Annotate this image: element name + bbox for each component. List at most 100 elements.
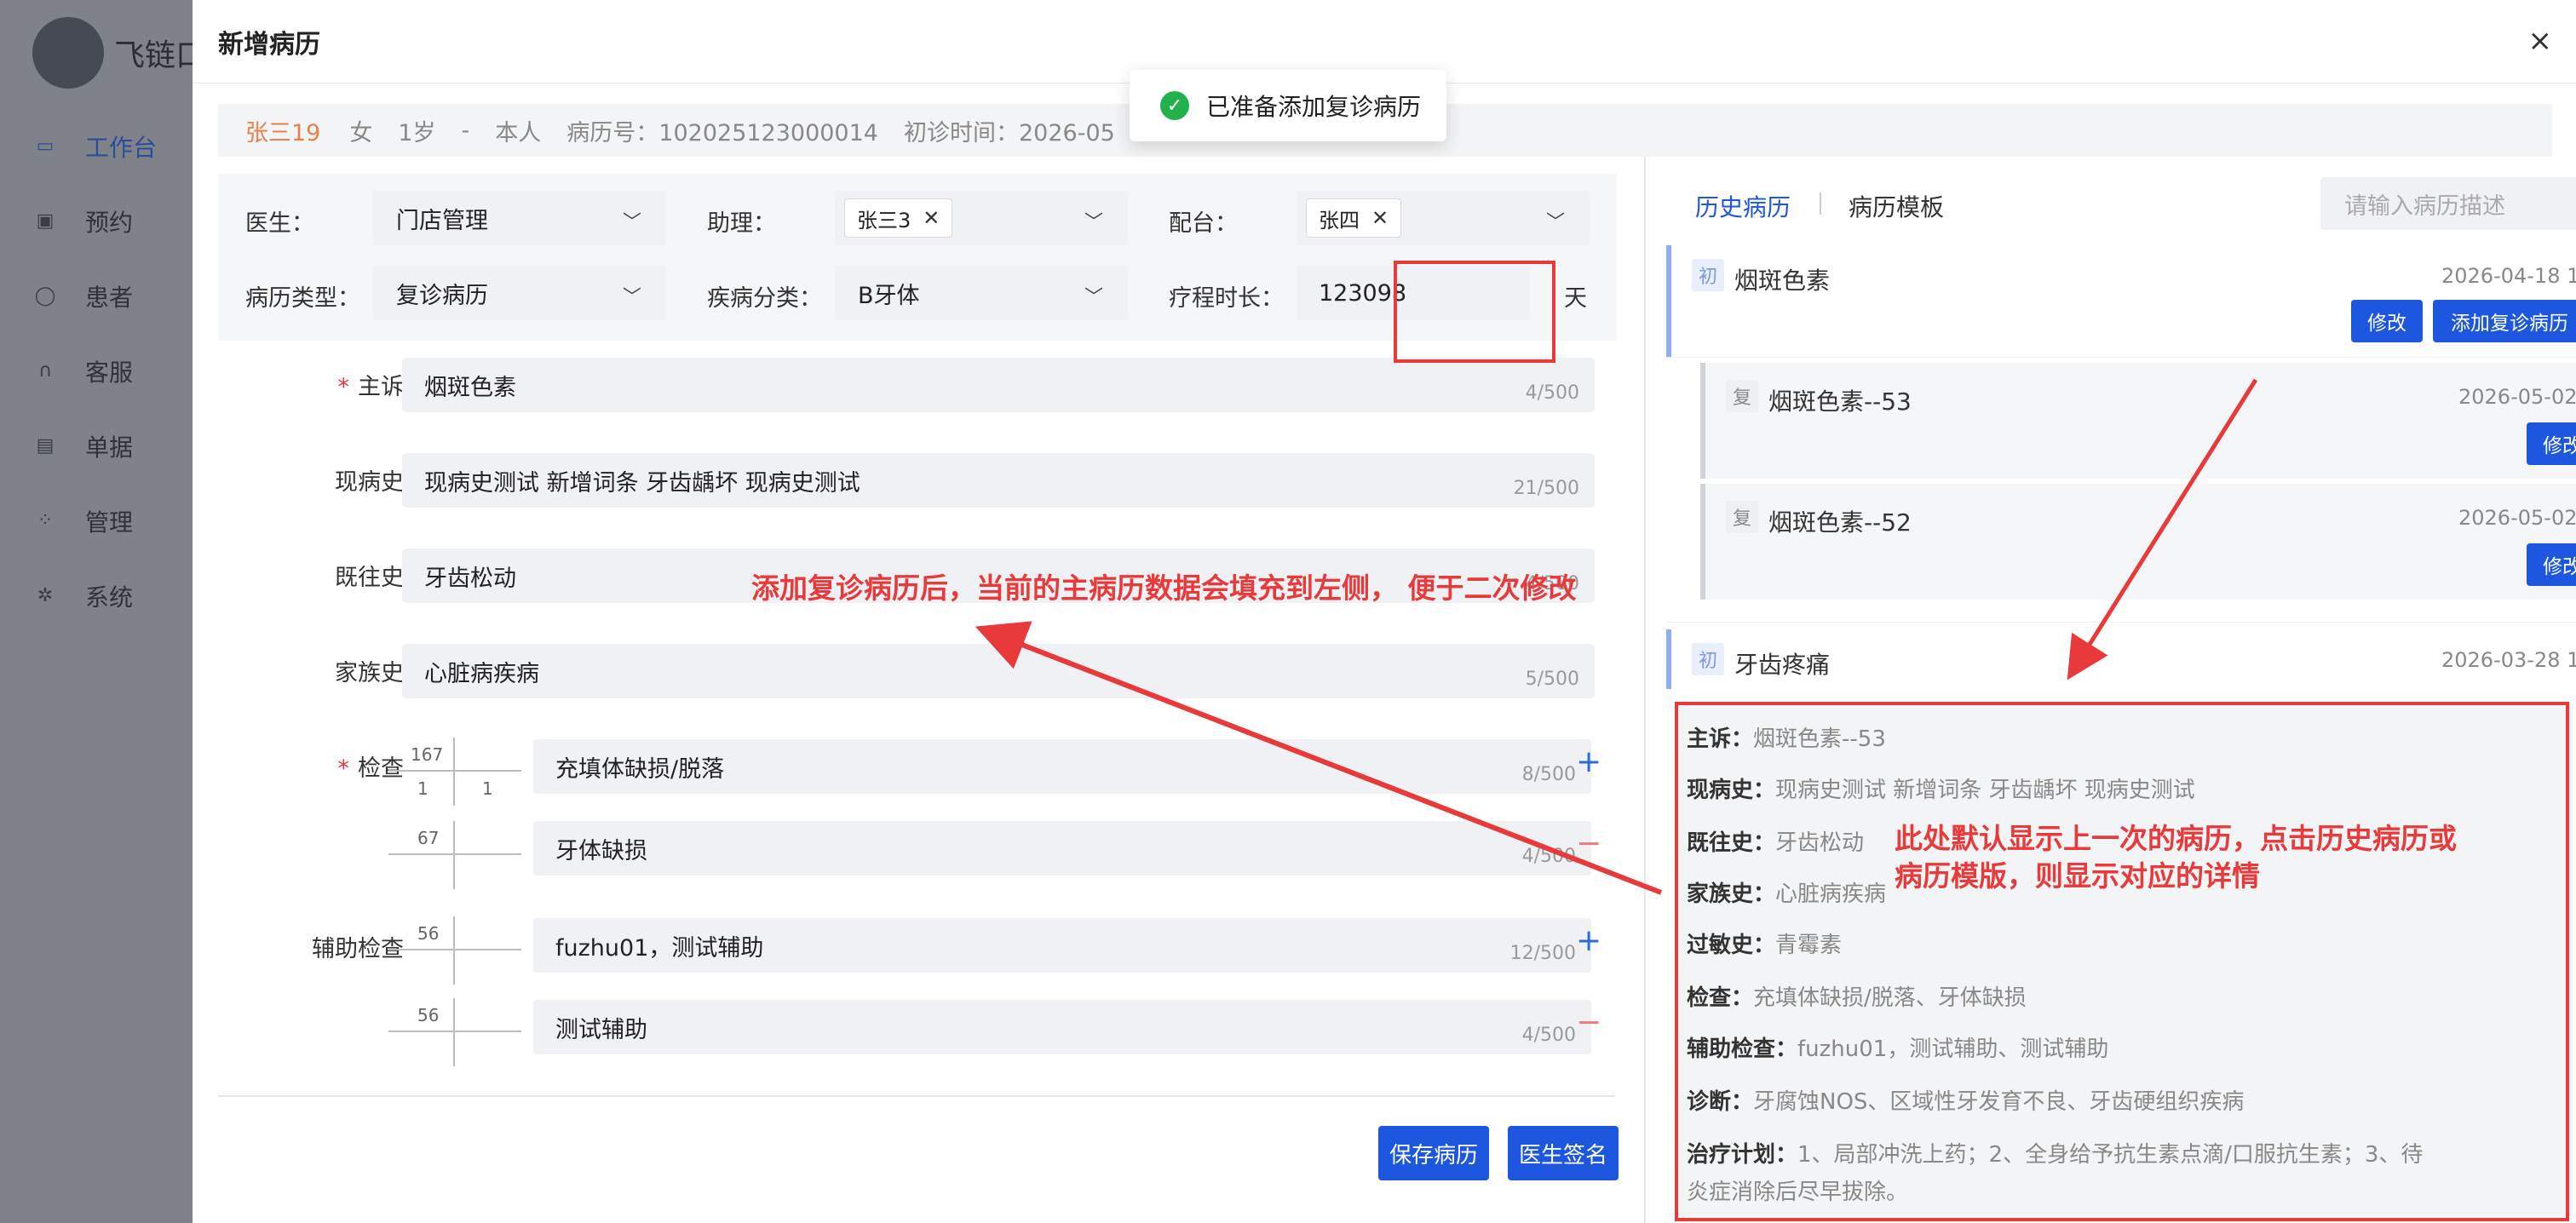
record-accent-bar [1666, 629, 1671, 689]
tooth-number: 56 [417, 1005, 440, 1025]
char-count: 4/500 [1521, 1025, 1576, 1046]
new-record-modal: 新增病历 × 张三19 女 1岁 - 本人 病历号：10202512300001… [193, 0, 2576, 1223]
record-type-select[interactable]: 复诊病历 ﹀ [373, 266, 666, 320]
close-icon[interactable]: ✕ [923, 206, 940, 230]
chair-label: 配台： [1169, 210, 1238, 237]
chevron-down-icon: ﹀ [1084, 212, 1103, 233]
record-accent-bar [1700, 484, 1705, 600]
calendar-icon: ▣ [36, 210, 55, 232]
assistant-select[interactable]: 张三3 ✕ ﹀ [835, 191, 1128, 245]
add-row-icon[interactable]: + [1576, 923, 1601, 958]
family-history-field[interactable]: 心脏病疾病 5/500 [402, 644, 1595, 698]
sidebar-item-manage[interactable]: ⁘ 管理 [0, 484, 193, 559]
modal-title: 新增病历 [218, 29, 320, 60]
required-mark: * [337, 755, 350, 782]
tooth-chart-vline [453, 998, 455, 1066]
assistant-label: 助理： [707, 210, 776, 237]
first-visit-time: 初诊时间：2026-05 [903, 119, 1115, 146]
sidebar-item-patients[interactable]: ◯ 患者 [0, 259, 193, 334]
chair-tag-label: 张四 [1319, 208, 1360, 233]
close-icon[interactable]: ✕ [1371, 206, 1389, 230]
tooth-chart[interactable]: 56 [388, 916, 521, 985]
footer-divider [218, 1095, 1615, 1097]
tab-record-templates[interactable]: 病历模板 [1849, 189, 1944, 223]
char-count: 4/500 [1521, 846, 1576, 867]
exam-field[interactable]: 充填体缺损/脱落 8/500 [533, 739, 1591, 794]
doctor-select[interactable]: 门店管理 ﹀ [373, 191, 666, 245]
edit-button[interactable]: 修改 [2351, 300, 2423, 342]
record-title: 烟斑色素--53 [1768, 388, 1912, 416]
record-date: 2026-05-02 10:10:42 [2458, 506, 2576, 530]
present-illness-field[interactable]: 现病史测试 新增词条 牙齿龋坏 现病史测试 21/500 [402, 453, 1595, 508]
chair-select[interactable]: 张四 ✕ ﹀ [1297, 191, 1590, 245]
chevron-down-icon: ﹀ [1084, 287, 1103, 308]
aux-exam-field[interactable]: fuzhu01，测试辅助 12/500 [533, 918, 1591, 973]
chevron-down-icon: ﹀ [1545, 212, 1565, 233]
family-history-value: 心脏病疾病 [424, 660, 539, 687]
chief-complaint-label-text: 主诉 [358, 374, 404, 400]
required-mark: * [337, 374, 350, 400]
char-count: 4/500 [1525, 382, 1579, 404]
sidebar-item-bills[interactable]: ▤ 单据 [0, 409, 193, 484]
record-date: 2026-05-02 10:14:35 [2458, 385, 2576, 409]
chief-complaint-value: 烟斑色素 [424, 374, 516, 401]
record-type-label: 病历类型： [245, 285, 360, 312]
history-record[interactable]: 复 烟斑色素--52 2026-05-02 10:10:42 修改 引用 [1700, 484, 2576, 600]
aux-exam-label: 辅助检查 [312, 936, 404, 962]
disease-category-select[interactable]: B牙体 ﹀ [835, 266, 1128, 320]
sidebar-item-workbench[interactable]: ▭ 工作台 [0, 109, 193, 184]
app-logo [32, 17, 104, 89]
assistant-tag-label: 张三3 [857, 208, 911, 233]
save-record-button[interactable]: 保存病历 [1378, 1126, 1489, 1180]
monitor-icon: ▭ [36, 135, 55, 157]
record-title: 牙齿疼痛 [1734, 651, 1831, 679]
doctor-value: 门店管理 [396, 207, 488, 234]
tooth-chart[interactable]: 67 [388, 821, 521, 889]
add-follow-up-button[interactable]: 添加复诊病历 [2433, 300, 2576, 342]
sidebar-item-system[interactable]: ✲ 系统 [0, 559, 193, 634]
aux-exam-field[interactable]: 测试辅助 4/500 [533, 1000, 1591, 1054]
tab-history-records[interactable]: 历史病历 [1695, 189, 1791, 223]
remove-row-icon[interactable]: − [1576, 1005, 1601, 1040]
edit-button[interactable]: 修改 [2527, 543, 2576, 586]
first-visit-badge: 初 [1692, 643, 1724, 675]
record-title: 烟斑色素--52 [1768, 508, 1912, 537]
tab-separator [1820, 192, 1821, 215]
exam-field[interactable]: 牙体缺损 4/500 [533, 821, 1591, 876]
history-record[interactable]: 初 烟斑色素 2026-04-18 10:47:18 修改 添加复诊病历 引用 [1666, 245, 2576, 358]
toast-text: 已准备添加复诊病历 [1206, 93, 1422, 121]
sidebar-item-service[interactable]: ∩ 客服 [0, 334, 193, 409]
tooth-number: 56 [417, 923, 440, 944]
chevron-down-icon: ﹀ [622, 212, 641, 233]
record-accent-bar [1666, 245, 1671, 357]
history-record[interactable]: 复 烟斑色素--53 2026-05-02 10:14:35 修改 引用 [1700, 363, 2576, 479]
sidebar-item-appointment[interactable]: ▣ 预约 [0, 184, 193, 259]
record-title: 烟斑色素 [1734, 267, 1831, 295]
duration-label: 疗程时长： [1169, 285, 1284, 312]
record-type-value: 复诊病历 [396, 282, 488, 309]
exam-value: 牙体缺损 [555, 837, 647, 864]
past-history-value: 牙齿松动 [424, 565, 516, 592]
remove-row-icon[interactable]: − [1576, 826, 1601, 861]
record-search-input[interactable]: 请输入病历描述 ⌕ [2320, 177, 2576, 230]
record-date: 2026-04-18 10:47:18 [2441, 264, 2576, 288]
record-date: 2026-03-28 19:19:12 [2441, 648, 2576, 672]
chevron-down-icon: ﹀ [622, 287, 641, 308]
history-record[interactable]: 初 牙齿疼痛 2026-03-28 19:19:12 [1666, 622, 2576, 695]
close-icon[interactable]: × [2528, 24, 2553, 58]
check-circle-icon: ✓ [1160, 91, 1189, 120]
tooth-chart[interactable]: 56 [388, 998, 521, 1066]
chief-complaint-field[interactable]: 烟斑色素 4/500 [402, 358, 1595, 412]
tooth-number: 1 [482, 778, 493, 799]
tooth-chart[interactable]: 167 1 1 [388, 738, 521, 806]
record-number: 病历号：102025123000014 [566, 119, 878, 146]
add-row-icon[interactable]: + [1576, 744, 1601, 779]
grid-icon: ⁘ [37, 510, 54, 531]
edit-button[interactable]: 修改 [2527, 422, 2576, 465]
doctor-sign-button[interactable]: 医生签名 [1508, 1126, 1619, 1180]
annotation-right-line1: 此处默认显示上一次的病历，点击历史病历或 [1895, 822, 2457, 855]
assistant-tag: 张三3 ✕ [844, 198, 953, 238]
tooth-chart-hline [388, 770, 521, 772]
char-count: 8/500 [1521, 764, 1576, 785]
tooth-chart-vline [453, 738, 455, 806]
